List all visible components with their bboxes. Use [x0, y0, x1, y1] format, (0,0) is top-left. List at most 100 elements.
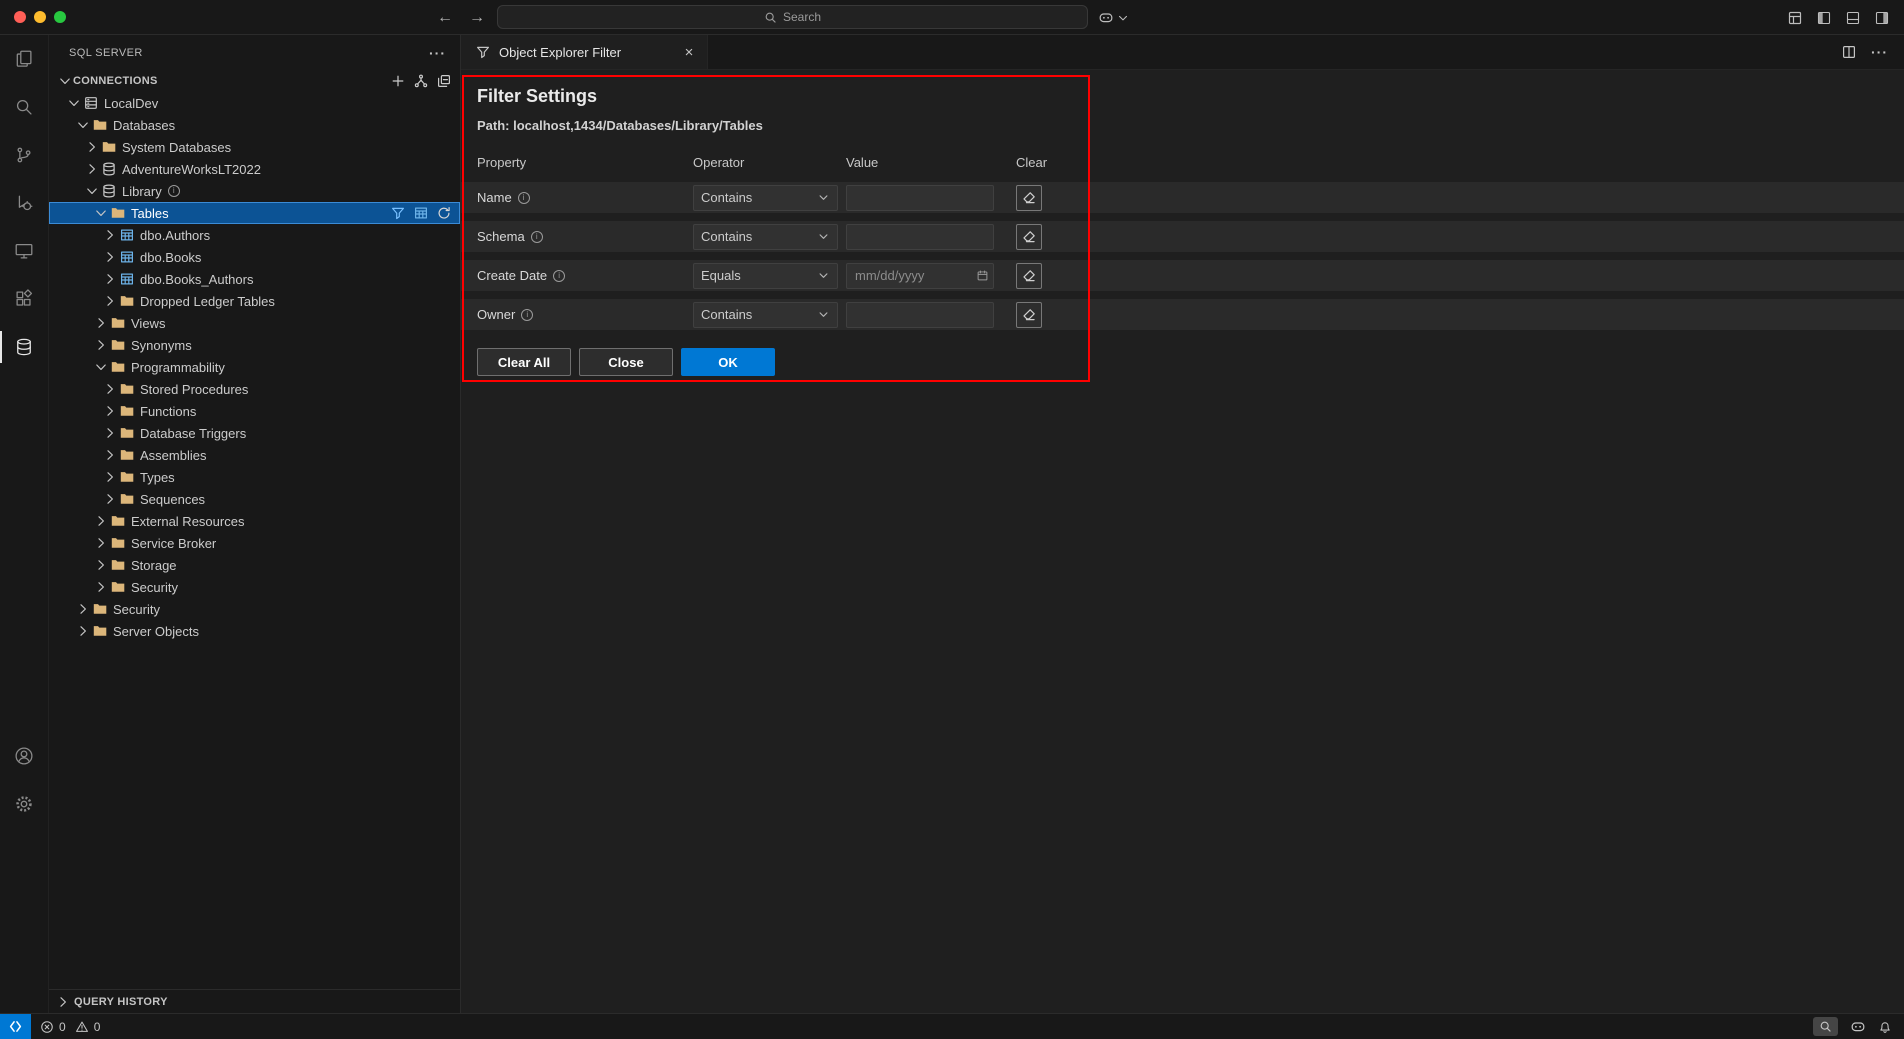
- toggle-panel-icon[interactable]: [1845, 10, 1861, 26]
- chevron-right-icon[interactable]: [93, 557, 109, 573]
- chevron-right-icon[interactable]: [102, 469, 118, 485]
- tree-item-programmability[interactable]: Programmability: [49, 356, 460, 378]
- chevron-down-icon[interactable]: [84, 183, 100, 199]
- clear-name-filter-button[interactable]: [1016, 185, 1042, 211]
- tree-item-dbo-books[interactable]: dbo.Books: [49, 246, 460, 268]
- close-button[interactable]: Close: [579, 348, 673, 376]
- tree-item-sequences[interactable]: Sequences: [49, 488, 460, 510]
- chevron-right-icon[interactable]: [102, 227, 118, 243]
- chevron-down-icon[interactable]: [75, 117, 91, 133]
- activity-item-explorer-icon[interactable]: [0, 35, 48, 83]
- tab-object-explorer-filter[interactable]: Object Explorer Filter ×: [461, 35, 708, 69]
- tree-item-system-databases[interactable]: System Databases: [49, 136, 460, 158]
- tree-item-library[interactable]: Libraryi: [49, 180, 460, 202]
- chevron-right-icon[interactable]: [93, 579, 109, 595]
- tree-item-tables[interactable]: Tables: [49, 202, 460, 224]
- activity-item-sql-server-icon[interactable]: [0, 323, 48, 371]
- chevron-down-icon[interactable]: [93, 205, 109, 221]
- tree-item-assemblies[interactable]: Assemblies: [49, 444, 460, 466]
- tree-item-connections[interactable]: CONNECTIONS: [49, 70, 460, 92]
- close-window-button[interactable]: [14, 11, 26, 23]
- chevron-right-icon[interactable]: [102, 403, 118, 419]
- close-tab-icon[interactable]: ×: [679, 42, 699, 62]
- copilot-menu[interactable]: [1098, 0, 1130, 35]
- chevron-right-icon[interactable]: [102, 249, 118, 265]
- table-designer-icon[interactable]: [413, 205, 429, 221]
- chevron-right-icon[interactable]: [102, 381, 118, 397]
- chevron-right-icon[interactable]: [93, 315, 109, 331]
- add-connection-icon[interactable]: [390, 73, 406, 89]
- tree-item-server-objects[interactable]: Server Objects: [49, 620, 460, 642]
- chevron-right-icon[interactable]: [102, 491, 118, 507]
- create-date-operator-select[interactable]: Equals: [693, 263, 838, 289]
- schema-operator-select[interactable]: Contains: [693, 224, 838, 250]
- tree-item-synonyms[interactable]: Synonyms: [49, 334, 460, 356]
- collapse-all-icon[interactable]: [436, 73, 452, 89]
- more-actions-icon[interactable]: ···: [429, 45, 446, 61]
- tree-item-dbo-authors[interactable]: dbo.Authors: [49, 224, 460, 246]
- tree-item-views[interactable]: Views: [49, 312, 460, 334]
- minimize-window-button[interactable]: [34, 11, 46, 23]
- chevron-down-icon[interactable]: [93, 359, 109, 375]
- customize-layout-icon[interactable]: [1787, 10, 1803, 26]
- activity-item-account-icon[interactable]: [0, 732, 48, 780]
- maximize-window-button[interactable]: [54, 11, 66, 23]
- notifications-bell-icon[interactable]: [1878, 1020, 1892, 1034]
- chevron-down-icon[interactable]: [57, 73, 73, 89]
- clear-schema-filter-button[interactable]: [1016, 224, 1042, 250]
- activity-item-extensions-icon[interactable]: [0, 275, 48, 323]
- toggle-secondary-sidebar-icon[interactable]: [1874, 10, 1890, 26]
- chevron-right-icon[interactable]: [93, 535, 109, 551]
- activity-item-remote-explorer-icon[interactable]: [0, 227, 48, 275]
- chevron-right-icon[interactable]: [102, 425, 118, 441]
- chevron-right-icon[interactable]: [84, 161, 100, 177]
- filter-icon[interactable]: [390, 205, 406, 221]
- tree-item-functions[interactable]: Functions: [49, 400, 460, 422]
- tree-item-database-triggers[interactable]: Database Triggers: [49, 422, 460, 444]
- command-center-search[interactable]: Search: [497, 5, 1088, 29]
- tree-item-dbo-books-authors[interactable]: dbo.Books_Authors: [49, 268, 460, 290]
- chevron-right-icon[interactable]: [102, 447, 118, 463]
- toggle-primary-sidebar-icon[interactable]: [1816, 10, 1832, 26]
- tree-item-types[interactable]: Types: [49, 466, 460, 488]
- create-date-value-input[interactable]: [846, 263, 994, 289]
- clear-create-date-filter-button[interactable]: [1016, 263, 1042, 289]
- chevron-down-icon[interactable]: [66, 95, 82, 111]
- name-value-input[interactable]: [846, 185, 994, 211]
- activity-item-search-icon[interactable]: [0, 83, 48, 131]
- tree-item-stored-procedures[interactable]: Stored Procedures: [49, 378, 460, 400]
- chevron-right-icon[interactable]: [75, 623, 91, 639]
- tree-item-service-broker[interactable]: Service Broker: [49, 532, 460, 554]
- activity-item-run-debug-icon[interactable]: [0, 179, 48, 227]
- tree-item-security[interactable]: Security: [49, 576, 460, 598]
- tree-item-databases[interactable]: Databases: [49, 114, 460, 136]
- tree-item-localdev[interactable]: LocalDev: [49, 92, 460, 114]
- tree-item-external-resources[interactable]: External Resources: [49, 510, 460, 532]
- more-actions-icon[interactable]: ···: [1871, 44, 1888, 60]
- calendar-icon[interactable]: [976, 269, 989, 282]
- query-history-section[interactable]: QUERY HISTORY: [49, 989, 460, 1013]
- tree-item-storage[interactable]: Storage: [49, 554, 460, 576]
- forward-icon[interactable]: →: [469, 9, 485, 27]
- back-icon[interactable]: ←: [437, 9, 453, 27]
- zoom-indicator-icon[interactable]: [1813, 1017, 1838, 1036]
- clear-owner-filter-button[interactable]: [1016, 302, 1042, 328]
- refresh-icon[interactable]: [436, 205, 452, 221]
- remote-indicator[interactable]: [0, 1014, 31, 1039]
- ok-button[interactable]: OK: [681, 348, 775, 376]
- name-operator-select[interactable]: Contains: [693, 185, 838, 211]
- split-editor-icon[interactable]: [1841, 44, 1857, 60]
- chevron-right-icon[interactable]: [102, 271, 118, 287]
- chevron-right-icon[interactable]: [75, 601, 91, 617]
- problems-indicator[interactable]: 0 0: [31, 1020, 104, 1034]
- connection-group-icon[interactable]: [413, 73, 429, 89]
- clear-all-button[interactable]: Clear All: [477, 348, 571, 376]
- chevron-right-icon[interactable]: [93, 513, 109, 529]
- activity-item-settings-gear-icon[interactable]: [0, 780, 48, 828]
- tree-item-adventureworkslt2022[interactable]: AdventureWorksLT2022: [49, 158, 460, 180]
- tree-item-dropped-ledger-tables[interactable]: Dropped Ledger Tables: [49, 290, 460, 312]
- chevron-right-icon[interactable]: [84, 139, 100, 155]
- owner-operator-select[interactable]: Contains: [693, 302, 838, 328]
- owner-value-input[interactable]: [846, 302, 994, 328]
- tree-item-security[interactable]: Security: [49, 598, 460, 620]
